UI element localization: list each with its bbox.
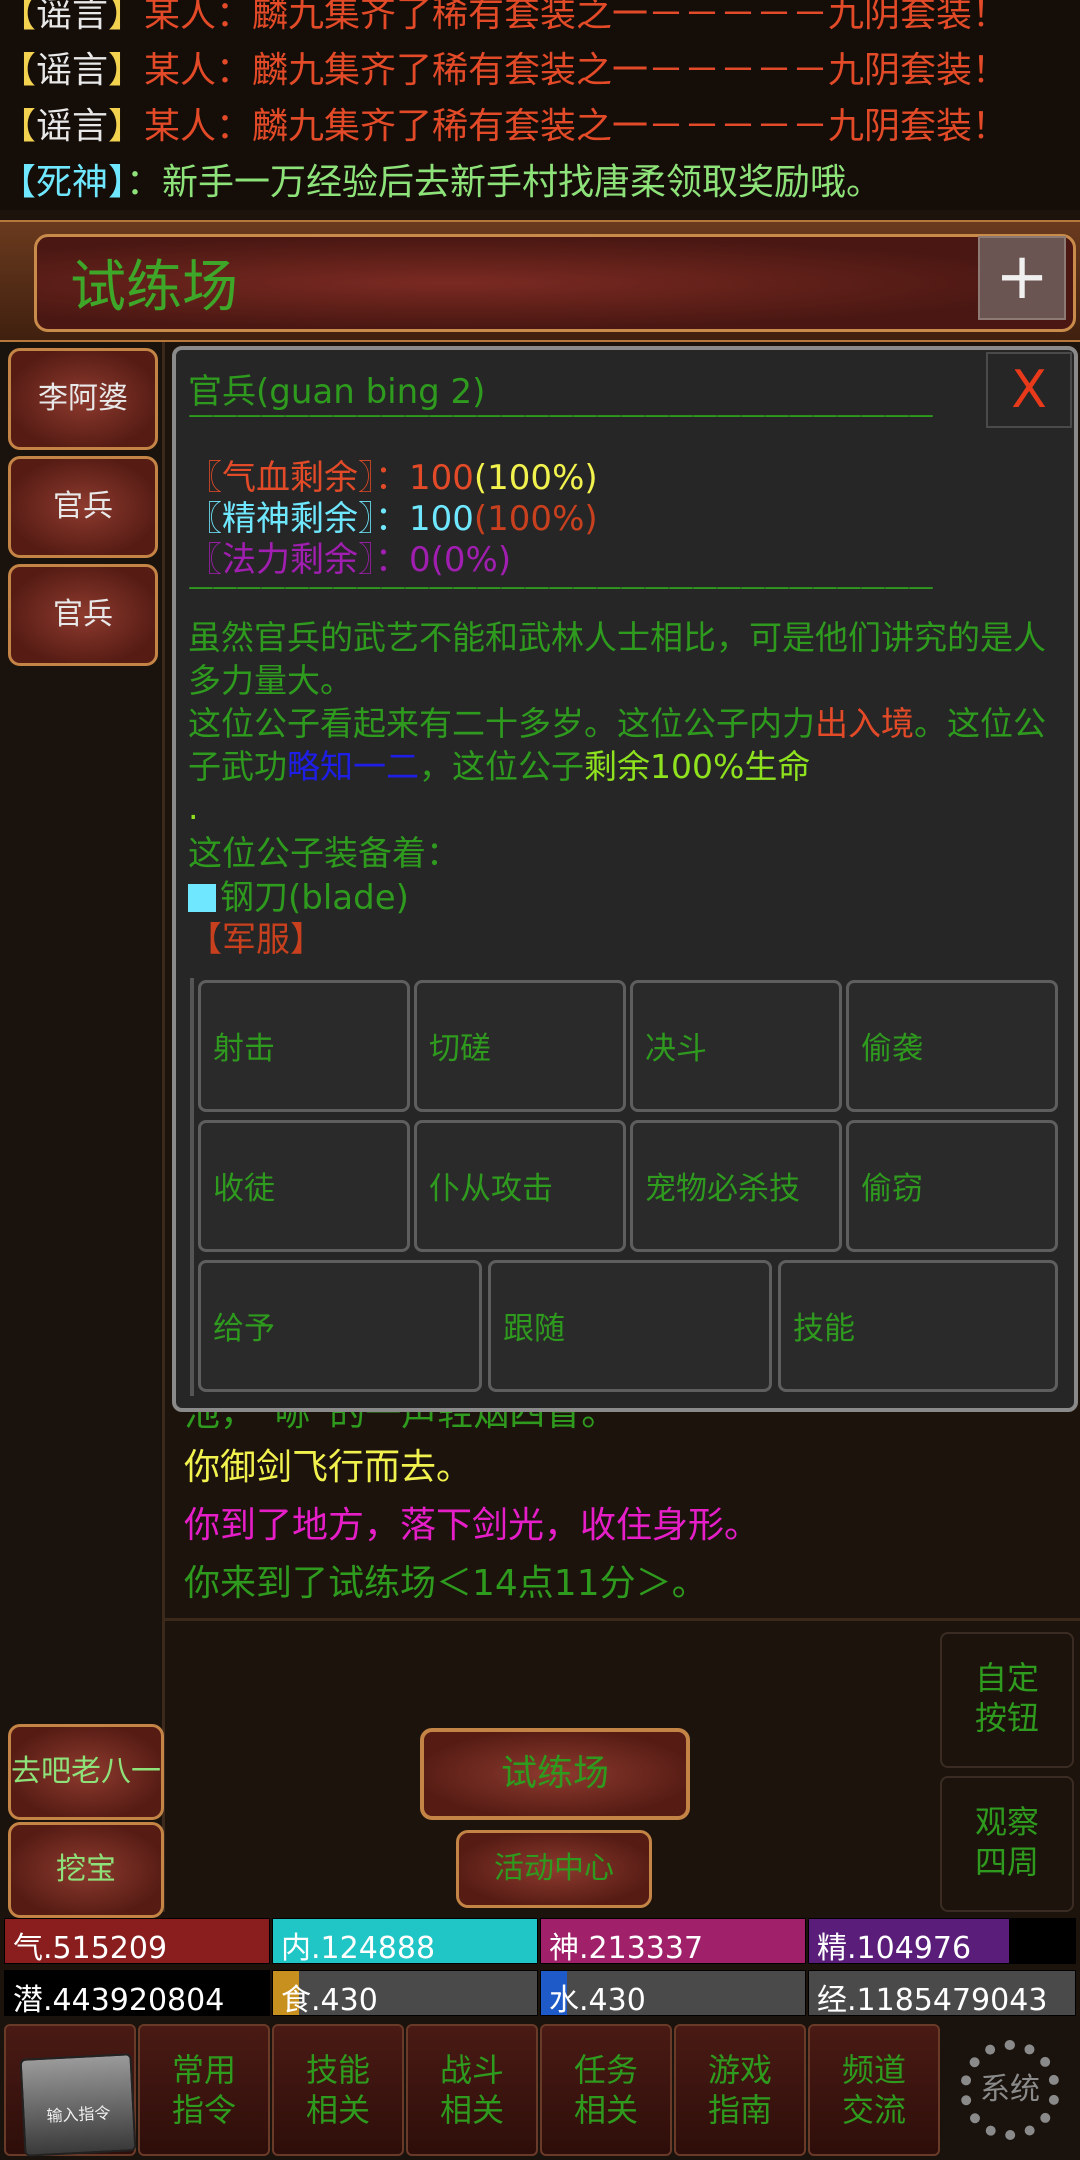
action-button[interactable]: 射击	[198, 980, 410, 1112]
square-icon	[188, 884, 216, 912]
npc-button[interactable]: 官兵	[8, 456, 158, 558]
message-line: 你御剑飞行而去。	[184, 1447, 473, 1488]
message-line: 你来到了试练场＜14点11分＞。	[184, 1563, 708, 1604]
equip-title: 这位公子装备着：	[188, 834, 460, 874]
action-grid: 射击 切磋 决斗 偷袭 收徒 仆从攻击 宠物必杀技 偷窃 给予 跟随 技能	[190, 978, 1064, 1396]
npc-button[interactable]: 李阿婆	[8, 348, 158, 450]
shen-bar: 神.213337	[540, 1918, 806, 1964]
menu-guide[interactable]: 游戏 指南	[674, 2024, 806, 2156]
observe-button[interactable]: 观察 四周	[940, 1776, 1074, 1912]
qian-bar: 潜.443920804	[4, 1970, 270, 2016]
menu-common-commands[interactable]: 常用 指令	[138, 2024, 270, 2156]
action-button[interactable]: 宠物必杀技	[630, 1120, 842, 1252]
separator: ———————————————————————————————	[188, 572, 934, 602]
jing-bar: 精.104976	[808, 1918, 1076, 1964]
armor-item: 【军服】	[188, 920, 324, 960]
chat-line: 【死神】：新手一万经验后去新手村找唐柔领取奖励哦。	[0, 162, 883, 203]
menu-combat[interactable]: 战斗 相关	[406, 2024, 538, 2156]
action-button[interactable]: 技能	[778, 1260, 1058, 1392]
chat-panel: 【谣言】某人：麟九集齐了稀有套装之一－－－－－九阴套装！ 【谣言】某人：麟九集齐…	[0, 0, 1080, 210]
action-button[interactable]: 给予	[198, 1260, 482, 1392]
nei-bar: 内.124888	[272, 1918, 538, 1964]
chat-line: 【谣言】某人：麟九集齐了稀有套装之一－－－－－九阴套装！	[0, 50, 1009, 91]
chat-line: 【谣言】某人：麟九集齐了稀有套装之一－－－－－九阴套装！	[0, 106, 1009, 147]
food-bar: 食.430	[272, 1970, 538, 2016]
divider	[162, 1618, 1080, 1621]
custom-button[interactable]: 自定 按钮	[940, 1632, 1074, 1768]
input-command-button[interactable]: 输入指令	[4, 2024, 137, 2157]
action-button[interactable]: 收徒	[198, 1120, 410, 1252]
activity-center-button[interactable]: 活动中心	[456, 1830, 652, 1908]
exp-bar: 经.1185479043	[808, 1970, 1076, 2016]
dot: .	[188, 788, 199, 827]
chat-line: 【谣言】某人：麟九集齐了稀有套装之一－－－－－九阴套装！	[0, 0, 1009, 35]
treasure-button[interactable]: 挖宝	[8, 1822, 164, 1918]
location-button[interactable]: 试练场	[420, 1728, 690, 1820]
water-bar: 水.430	[540, 1970, 806, 2016]
menu-channels[interactable]: 频道 交流	[808, 2024, 940, 2156]
npc-description: 虽然官兵的武艺不能和武林人士相比，可是他们讲究的是人多力量大。	[188, 618, 1046, 700]
action-button[interactable]: 仆从攻击	[414, 1120, 626, 1252]
qi-bar: 气.515209	[4, 1918, 270, 1964]
npc-info-dialog: 官兵(guan bing 2) X ——————————————————————…	[172, 346, 1078, 1412]
action-button[interactable]: 偷窃	[846, 1120, 1058, 1252]
shortcut-button[interactable]: 去吧老八一	[8, 1724, 164, 1820]
action-button[interactable]: 决斗	[630, 980, 842, 1112]
npc-status-description: 这位公子看起来有二十多岁。这位公子内力出入境。这位公子武功略知一二，这位公子剩余…	[188, 704, 1046, 786]
npc-button[interactable]: 官兵	[8, 564, 158, 666]
location-bar: 试练场	[0, 220, 1080, 342]
separator: ———————————————————————————————	[188, 400, 934, 430]
action-button[interactable]: 跟随	[488, 1260, 772, 1392]
menu-quests[interactable]: 任务 相关	[540, 2024, 672, 2156]
menu-skills[interactable]: 技能 相关	[272, 2024, 404, 2156]
location-title: 试练场	[70, 255, 238, 320]
action-button[interactable]: 偷袭	[846, 980, 1058, 1112]
keyboard-icon: 输入指令	[19, 2053, 137, 2157]
expand-button[interactable]: +	[978, 236, 1066, 320]
message-line: 你到了地方，落下剑光，收住身形。	[184, 1505, 761, 1546]
npc-list: 李阿婆 官兵 官兵	[0, 342, 165, 1912]
action-button[interactable]: 切磋	[414, 980, 626, 1112]
system-gear-icon[interactable]: 系统	[960, 2040, 1060, 2140]
